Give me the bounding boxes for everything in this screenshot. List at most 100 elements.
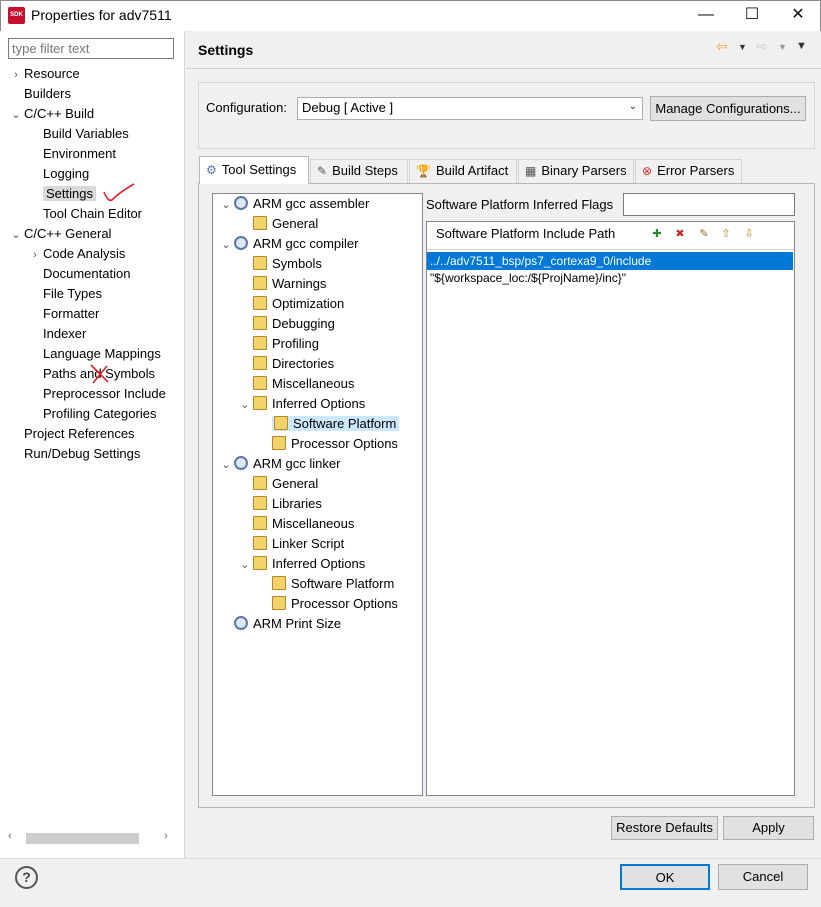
tree-item-software-platform[interactable]: Software Platform bbox=[218, 574, 418, 594]
maximize-button[interactable]: ☐ bbox=[729, 0, 775, 30]
tab-build-artifact[interactable]: 🏆 Build Artifact bbox=[409, 159, 517, 183]
tree-item-content: Optimization bbox=[253, 296, 344, 311]
scrollbar-thumb[interactable] bbox=[26, 833, 139, 844]
tree-item-label: Processor Options bbox=[291, 436, 398, 451]
tree-item-warnings[interactable]: Warnings bbox=[218, 274, 418, 294]
apply-button[interactable]: Apply bbox=[723, 816, 814, 840]
tree-item-profiling[interactable]: Profiling bbox=[218, 334, 418, 354]
delete-icon[interactable]: ✖ bbox=[672, 226, 688, 242]
tab-build-steps[interactable]: ✎ Build Steps bbox=[310, 159, 408, 183]
nav-item-c-c-build[interactable]: ⌄ C/C++ Build bbox=[8, 104, 184, 124]
forward-menu-chevron-icon[interactable]: ▼ bbox=[778, 42, 787, 52]
chevron-down-icon[interactable]: ⌄ bbox=[237, 555, 253, 575]
tree-item-general[interactable]: General bbox=[218, 214, 418, 234]
tree-item-label: Miscellaneous bbox=[272, 516, 355, 531]
nav-item-run-debug-settings[interactable]: Run/Debug Settings bbox=[8, 444, 184, 464]
tree-item-general[interactable]: General bbox=[218, 474, 418, 494]
tab-binary-parsers[interactable]: ▦ Binary Parsers bbox=[518, 159, 634, 183]
tab-tool-settings[interactable]: ⚙ Tool Settings bbox=[199, 156, 309, 184]
view-menu-icon[interactable]: ▼ bbox=[796, 40, 807, 52]
nav-item-builders[interactable]: Builders bbox=[8, 84, 184, 104]
chevron-down-icon[interactable]: ⌄ bbox=[218, 195, 234, 215]
tree-item-software-platform[interactable]: Software Platform bbox=[218, 414, 418, 434]
nav-item-logging[interactable]: Logging bbox=[8, 164, 184, 184]
nav-item-formatter[interactable]: Formatter bbox=[8, 304, 184, 324]
close-button[interactable]: ✕ bbox=[775, 0, 821, 30]
add-icon[interactable]: ✚ bbox=[649, 226, 665, 242]
nav-item-profiling-categories[interactable]: Profiling Categories bbox=[8, 404, 184, 424]
scroll-right-icon[interactable]: › bbox=[164, 830, 168, 842]
tree-item-content: ARM gcc linker bbox=[234, 456, 340, 471]
tree-item-linker-script[interactable]: Linker Script bbox=[218, 534, 418, 554]
inferred-flags-input[interactable] bbox=[623, 193, 795, 216]
tree-item-debugging[interactable]: Debugging bbox=[218, 314, 418, 334]
nav-item-indexer[interactable]: Indexer bbox=[8, 324, 184, 344]
tab-error-parsers[interactable]: ⊗ Error Parsers bbox=[635, 159, 742, 183]
cancel-button[interactable]: Cancel bbox=[718, 864, 808, 890]
nav-item-documentation[interactable]: Documentation bbox=[8, 264, 184, 284]
filter-input[interactable] bbox=[8, 38, 174, 59]
manage-configurations-button[interactable]: Manage Configurations... bbox=[650, 96, 806, 121]
nav-item-tool-chain-editor[interactable]: Tool Chain Editor bbox=[8, 204, 184, 224]
tree-item-label: ARM gcc compiler bbox=[253, 236, 359, 251]
tree-item-processor-options[interactable]: Processor Options bbox=[218, 594, 418, 614]
nav-item-environment[interactable]: Environment bbox=[8, 144, 184, 164]
nav-item-label: Builders bbox=[24, 86, 71, 101]
nav-item-file-types[interactable]: File Types bbox=[8, 284, 184, 304]
options-folder-icon bbox=[253, 496, 267, 510]
binary-parsers-icon: ▦ bbox=[525, 164, 537, 178]
nav-item-label: Code Analysis bbox=[43, 246, 126, 261]
include-path-item[interactable]: ../../adv7511_bsp/ps7_cortexa9_0/include bbox=[427, 252, 793, 270]
nav-item-language-mappings[interactable]: Language Mappings bbox=[8, 344, 184, 364]
move-up-icon[interactable]: ⇧ bbox=[718, 226, 734, 242]
chevron-down-icon[interactable]: ⌄ bbox=[218, 235, 234, 255]
tree-item-miscellaneous[interactable]: Miscellaneous bbox=[218, 374, 418, 394]
options-folder-icon bbox=[274, 416, 288, 430]
tree-item-directories[interactable]: Directories bbox=[218, 354, 418, 374]
back-arrow-icon[interactable]: ⇦ bbox=[716, 38, 728, 55]
nav-item-code-analysis[interactable]: › Code Analysis bbox=[8, 244, 184, 264]
tree-item-inferred-options[interactable]: ⌄ Inferred Options bbox=[218, 554, 418, 574]
options-folder-icon bbox=[272, 436, 286, 450]
scroll-left-icon[interactable]: ‹ bbox=[8, 830, 12, 842]
tree-item-label: Miscellaneous bbox=[272, 376, 355, 391]
chevron-right-icon[interactable]: › bbox=[8, 65, 24, 85]
tree-item-symbols[interactable]: Symbols bbox=[218, 254, 418, 274]
tree-item-optimization[interactable]: Optimization bbox=[218, 294, 418, 314]
move-down-icon[interactable]: ⇩ bbox=[741, 226, 757, 242]
nav-item-settings[interactable]: Settings bbox=[8, 184, 184, 204]
minimize-button[interactable]: — bbox=[683, 0, 729, 30]
tree-item-arm-gcc-linker[interactable]: ⌄ ARM gcc linker bbox=[218, 454, 418, 474]
chevron-down-icon[interactable]: ⌄ bbox=[8, 105, 24, 125]
tree-item-arm-print-size[interactable]: ARM Print Size bbox=[218, 614, 418, 634]
help-icon[interactable]: ? bbox=[15, 866, 38, 889]
nav-item-resource[interactable]: › Resource bbox=[8, 64, 184, 84]
horizontal-scrollbar[interactable]: ‹ › bbox=[8, 830, 174, 847]
tree-item-inferred-options[interactable]: ⌄ Inferred Options bbox=[218, 394, 418, 414]
tree-item-arm-gcc-compiler[interactable]: ⌄ ARM gcc compiler bbox=[218, 234, 418, 254]
nav-item-project-references[interactable]: Project References bbox=[8, 424, 184, 444]
back-menu-chevron-icon[interactable]: ▼ bbox=[738, 42, 747, 52]
chevron-down-icon[interactable]: ⌄ bbox=[8, 225, 24, 245]
restore-defaults-button[interactable]: Restore Defaults bbox=[611, 816, 718, 840]
include-path-item[interactable]: "${workspace_loc:/${ProjName}/inc}" bbox=[427, 269, 626, 287]
tree-item-arm-gcc-assembler[interactable]: ⌄ ARM gcc assembler bbox=[218, 194, 418, 214]
chevron-down-icon[interactable]: ⌄ bbox=[237, 395, 253, 415]
chevron-right-icon[interactable]: › bbox=[27, 245, 43, 265]
tree-item-label: Software Platform bbox=[293, 416, 397, 431]
build-steps-icon: ✎ bbox=[317, 164, 328, 178]
nav-item-preprocessor-include[interactable]: Preprocessor Include bbox=[8, 384, 184, 404]
ok-button[interactable]: OK bbox=[620, 864, 710, 890]
configuration-select[interactable]: Debug [ Active ] ⌄ bbox=[297, 97, 643, 120]
tree-item-content: Linker Script bbox=[253, 536, 344, 551]
nav-item-c-c-general[interactable]: ⌄ C/C++ General bbox=[8, 224, 184, 244]
sdk-logo-icon: SDK bbox=[8, 7, 25, 24]
forward-arrow-icon[interactable]: ⇨ bbox=[756, 38, 768, 55]
tree-item-processor-options[interactable]: Processor Options bbox=[218, 434, 418, 454]
chevron-down-icon[interactable]: ⌄ bbox=[218, 455, 234, 475]
nav-item-build-variables[interactable]: Build Variables bbox=[8, 124, 184, 144]
edit-icon[interactable]: ✎ bbox=[696, 226, 712, 242]
tree-item-miscellaneous[interactable]: Miscellaneous bbox=[218, 514, 418, 534]
tree-item-libraries[interactable]: Libraries bbox=[218, 494, 418, 514]
tool-gear-icon bbox=[234, 456, 248, 470]
